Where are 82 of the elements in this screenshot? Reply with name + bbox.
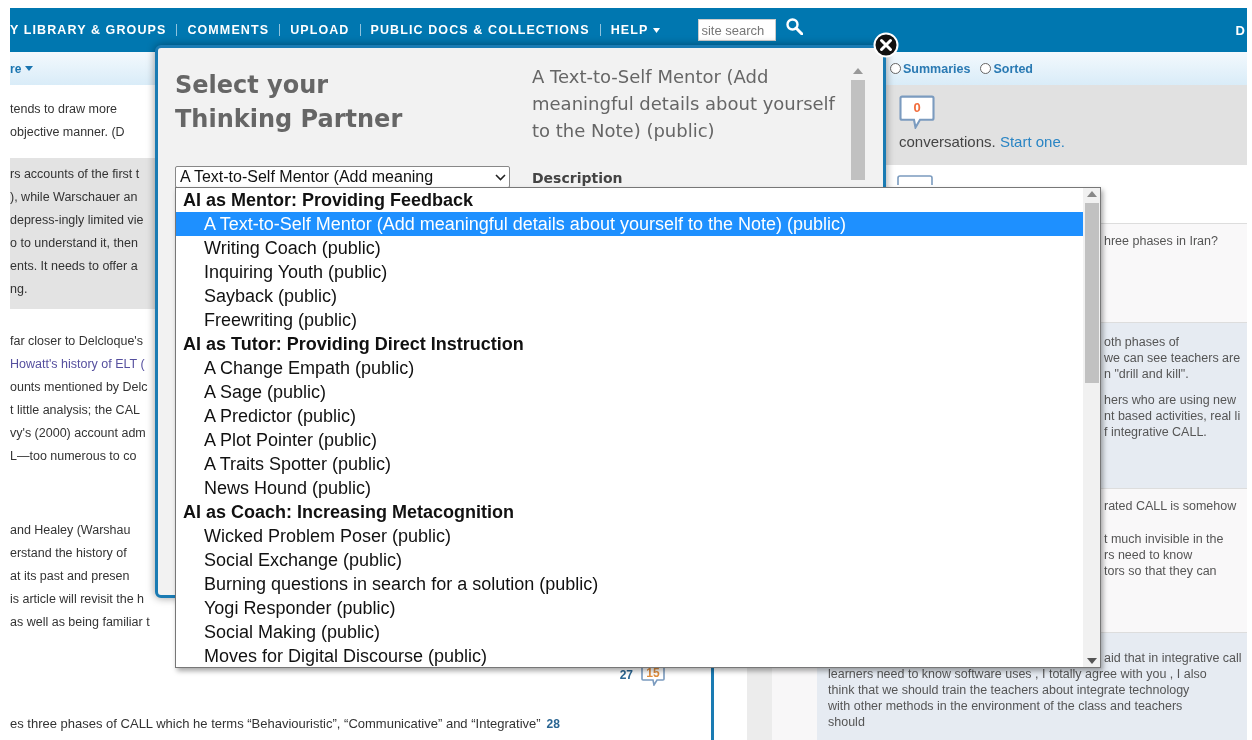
text-line: learners need to know software uses , I totally agree with you , I also [828, 666, 1207, 682]
dropdown-option[interactable]: A Traits Spotter (public) [176, 452, 1083, 476]
text-line: at its past and presen [10, 568, 130, 585]
dropdown-option[interactable]: Wicked Problem Poser (public) [176, 524, 1083, 548]
nav-link[interactable]: HELP [610, 23, 661, 37]
dropdown-option[interactable]: Inquiring Youth (public) [176, 260, 1083, 284]
text-line: rs need to know [1104, 547, 1193, 563]
text-line: rated CALL is somehow [1104, 498, 1237, 514]
text-line: tends to draw more [10, 101, 117, 118]
dropdown-option[interactable]: Social Making (public) [176, 620, 1083, 644]
close-icon[interactable] [873, 32, 899, 58]
radio-button[interactable] [890, 63, 901, 74]
text-line: f integrative CALL. [1104, 424, 1207, 440]
text-line: vy's (2000) account adm [10, 425, 146, 442]
scrollbar[interactable] [1083, 188, 1100, 667]
caret-icon [25, 66, 34, 71]
text-line: o to understand it, then [10, 235, 138, 252]
text-line: objective manner. (D [10, 124, 125, 141]
nav-link[interactable]: D [1235, 22, 1245, 38]
option-group-label: AI as Tutor: Providing Direct Instruction [182, 333, 525, 356]
dropdown-option[interactable]: Yogi Responder (public) [176, 596, 1083, 620]
dropdown-option[interactable]: A Change Empath (public) [176, 356, 1083, 380]
nav-link[interactable]: COMMENTS [187, 23, 270, 37]
text-line: and Healey (Warshau [10, 522, 131, 539]
dropdown-option[interactable]: A Plot Pointer (public) [176, 428, 1083, 452]
dropdown-option[interactable]: Social Exchange (public) [176, 548, 1083, 572]
text-line: should [828, 714, 865, 730]
text-line: ), while Warschauer an [10, 189, 138, 206]
text-line: hree phases in Iran? [1104, 233, 1218, 249]
paragraph-number: 28 [546, 717, 560, 731]
dropdown-option[interactable]: Sayback (public) [176, 284, 1083, 308]
scroll-up-icon[interactable] [853, 68, 863, 74]
text-line: t much invisible in the [1104, 531, 1224, 547]
text-line: es three phases of CALL which he terms “Behaviouristic”, “Communicative” and “Integrative” [10, 715, 541, 733]
text-line: as well as being familiar t [10, 614, 150, 631]
text-line: L—too numerous to co [10, 448, 137, 465]
text-line: with other methods in the environment of the class and teachers [828, 698, 1183, 714]
chevron-icon [495, 173, 506, 181]
text-line: hers who are using new [1104, 392, 1237, 408]
option-group-label: AI as Mentor: Providing Feedback [182, 189, 475, 212]
dropdown-option[interactable]: Freewriting (public) [176, 308, 1083, 332]
option-group-label: AI as Coach: Increasing Metacognition [182, 501, 516, 524]
dropdown-option[interactable]: News Hound (public) [176, 476, 1083, 500]
menu-dropdown[interactable]: re [10, 61, 34, 76]
dropdown-option[interactable]: A Sage (public) [176, 380, 1083, 404]
search-icon[interactable] [786, 17, 804, 35]
text-line: erstand the history of [10, 545, 127, 562]
text-line: ounts mentioned by Delc [10, 379, 148, 396]
text-line: n "drill and kill". [1104, 366, 1189, 382]
prompt-text: conversations. [899, 133, 996, 150]
text-line: rs accounts of the first t [10, 166, 140, 183]
text-line: think that we should train the teachers about integrate technology [828, 682, 1190, 698]
partner-select[interactable]: A Text-to-Self Mentor (Add meaning [175, 166, 510, 188]
dialog-title: Select your Thinking Partner [175, 70, 404, 135]
text-line: aid that in integrative call [1104, 650, 1242, 666]
nav-link[interactable]: PUBLIC DOCS & COLLECTIONS [370, 23, 590, 37]
text-line: ng. [10, 281, 28, 298]
paragraph-number: 27 [619, 668, 633, 682]
radio-label[interactable]: Sorted [993, 61, 1033, 76]
partner-title: A Text-to-Self Mentor (Add meaningful details about yourself to the Note) (public) [532, 65, 837, 143]
scroll-up-icon[interactable] [1086, 191, 1097, 197]
radio-button[interactable] [980, 63, 992, 74]
caret-icon [653, 27, 661, 33]
text-line: tors so that they can [1104, 563, 1217, 579]
text-line: oth phases of [1104, 334, 1180, 350]
text-line: far closer to Delcloque's [10, 333, 143, 350]
description-label: Description [532, 170, 624, 186]
dropdown-option[interactable]: A Predictor (public) [176, 404, 1083, 428]
search-field[interactable]: site search [698, 19, 777, 41]
nav-link[interactable]: Y LIBRARY & GROUPS [10, 23, 167, 37]
text-line: Howatt's history of ELT ( [10, 356, 145, 373]
scroll-down-icon[interactable] [1086, 658, 1097, 664]
text-line: depress-ingly limited vie [10, 212, 144, 229]
dropdown-option[interactable]: Burning questions in search for a solution (public) [176, 572, 1083, 596]
text-line: nt based activities, real li [1104, 408, 1241, 424]
text-line: t little analysis; the CAL [10, 402, 140, 419]
text-line: is article will revisit the h [10, 591, 145, 608]
text-line: we can see teachers are [1104, 350, 1241, 366]
dropdown-option[interactable]: Writing Coach (public) [176, 236, 1083, 260]
radio-label[interactable]: Summaries [903, 61, 971, 76]
text-line: ents. It needs to offer a [10, 258, 138, 275]
nav-link[interactable]: UPLOAD [290, 23, 350, 37]
